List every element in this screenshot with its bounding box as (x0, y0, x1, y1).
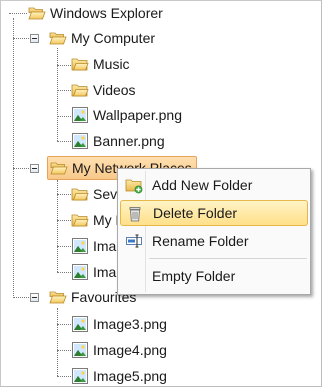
tree-node-wallpaper-png[interactable]: Wallpaper.png (71, 103, 182, 127)
image-file-icon (71, 367, 89, 385)
tree-node-label: My Computer (71, 30, 156, 46)
menu-item-label: Delete Folder (153, 205, 238, 221)
tree-node-image4-png[interactable]: Image4.png (71, 338, 167, 362)
folder-open-icon (28, 4, 46, 22)
menu-item-empty-folder[interactable]: Empty Folder (120, 263, 308, 289)
image-file-icon (71, 341, 89, 359)
tree-connector (57, 116, 71, 117)
tree-node-label: Music (93, 56, 130, 72)
collapse-toggle-my-network-places[interactable] (30, 164, 39, 173)
folder-open-icon (50, 159, 68, 177)
image-file-icon (71, 315, 89, 333)
tree-connector (9, 13, 27, 14)
menu-separator (149, 258, 307, 259)
tree-node-banner-png[interactable]: Banner.png (71, 129, 165, 153)
tree-node-windows-explorer[interactable]: Windows Explorer (28, 1, 163, 25)
rename-icon (126, 234, 142, 248)
tree-connector (57, 48, 58, 141)
tree-node-image5-png[interactable]: Image5.png (71, 364, 167, 388)
menu-item-add-new-folder[interactable]: Add New Folder (120, 172, 308, 198)
image-file-icon (71, 263, 89, 281)
folder-icon (71, 55, 89, 73)
tree-connector (57, 65, 71, 66)
tree-node-label: Windows Explorer (50, 5, 163, 21)
tree-node-label: Banner.png (93, 133, 165, 149)
tree-connector (57, 220, 71, 221)
add-folder-icon (125, 179, 143, 194)
trash-icon (129, 207, 141, 222)
tree-connector (57, 141, 71, 142)
tree-connector (57, 308, 58, 376)
tree-node-label: Image3.png (93, 316, 167, 332)
menu-item-rename-folder[interactable]: Rename Folder (120, 228, 308, 254)
tree-connector (57, 350, 71, 351)
folder-icon (71, 185, 89, 203)
tree-node-label: Wallpaper.png (93, 107, 182, 123)
tree-node-videos[interactable]: Videos (71, 78, 136, 102)
folder-icon (71, 211, 89, 229)
tree-node-image3-png[interactable]: Image3.png (71, 312, 167, 336)
tree-node-label: Image5.png (93, 368, 167, 384)
folder-icon (71, 81, 89, 99)
menu-item-label: Rename Folder (152, 233, 249, 249)
tree-connector (57, 376, 71, 377)
menu-item-delete-folder[interactable]: Delete Folder (120, 200, 308, 226)
menu-item-label: Add New Folder (152, 177, 253, 193)
tree-connector (57, 324, 71, 325)
tree-node-my-computer[interactable]: My Computer (49, 26, 155, 50)
image-file-icon (71, 237, 89, 255)
tree-connector (57, 194, 71, 195)
collapse-toggle-favourites[interactable] (30, 293, 39, 302)
tree-connector (57, 272, 71, 273)
tree-connector (57, 90, 71, 91)
folder-open-icon (49, 288, 67, 306)
tree-node-label: Image4.png (93, 342, 167, 358)
tree-connector (13, 18, 14, 298)
context-menu: Add New Folder Delete Folder Rename Fold… (117, 168, 311, 295)
tree-node-label: Videos (93, 82, 136, 98)
menu-item-label: Empty Folder (152, 268, 236, 284)
collapse-toggle-my-computer[interactable] (30, 34, 39, 43)
image-file-icon (71, 106, 89, 124)
tree-node-music[interactable]: Music (71, 52, 130, 76)
image-file-icon (71, 132, 89, 150)
tree-connector (57, 246, 71, 247)
folder-open-icon (49, 29, 67, 47)
